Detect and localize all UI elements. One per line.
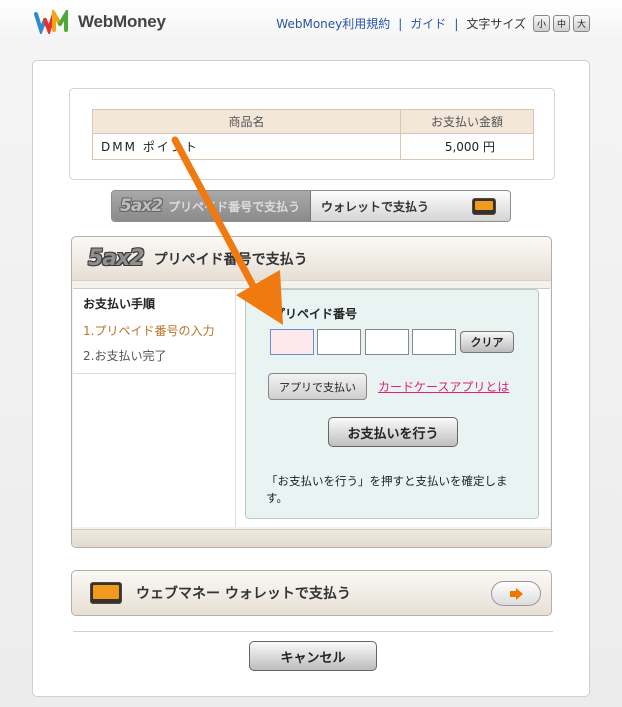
guide-link[interactable]: ガイド <box>410 15 446 32</box>
order-summary: 商品名 お支払い金額 DMM ポイント 5,000 円 <box>69 88 555 180</box>
steps-divider <box>73 373 236 374</box>
order-table: 商品名 お支払い金額 DMM ポイント 5,000 円 <box>92 109 534 160</box>
webmoney-logo-icon <box>34 10 68 34</box>
prepaid-number-field-2[interactable] <box>317 329 361 355</box>
prepaid-payment-panel: 5ax2 プリペイド番号で支払う お支払い手順 1.プリペイド番号の入力 2.お… <box>71 236 552 548</box>
prepaid-panel-title: プリペイド番号で支払う <box>153 251 308 268</box>
main-panel: 商品名 お支払い金額 DMM ポイント 5,000 円 5ax2 プリペイド番号… <box>32 60 590 697</box>
step-current: 1.プリペイド番号の入力 <box>83 324 215 338</box>
header: WebMoney WebMoney利用規約 | ガイド | 文字サイズ 小 中 … <box>0 0 622 48</box>
pay-button[interactable]: お支払いを行う <box>328 417 458 447</box>
column-header-product: 商品名 <box>92 109 401 134</box>
terms-link[interactable]: WebMoney利用規約 <box>276 15 390 32</box>
logo-text: WebMoney <box>78 12 166 31</box>
nav-separator: | <box>454 16 459 31</box>
prepaid-panel-footer <box>72 529 551 547</box>
tab-label: ウォレットで支払う <box>321 199 430 214</box>
card-case-app-link[interactable]: カードケースアプリとは <box>378 378 509 395</box>
tab-prepaid-number[interactable]: 5ax2 プリペイド番号で支払う <box>112 191 311 221</box>
payment-method-tabs: 5ax2 プリペイド番号で支払う ウォレットで支払う <box>111 190 511 222</box>
tab-label: プリペイド番号で支払う <box>168 199 301 214</box>
clear-button[interactable]: クリア <box>460 331 514 353</box>
arrow-right-icon <box>509 587 523 600</box>
wallet-payment-row[interactable]: ウェブマネー ウォレットで支払う <box>71 570 552 616</box>
payment-steps: お支払い手順 1.プリペイド番号の入力 2.お支払い完了 <box>73 289 236 527</box>
column-header-amount: お支払い金額 <box>400 109 534 134</box>
font-size-small-button[interactable]: 小 <box>533 15 550 32</box>
top-nav: WebMoney利用規約 | ガイド | 文字サイズ 小 中 大 <box>276 15 590 32</box>
prepaid-form: プリペイド番号 クリア アプリで支払い カードケースアプリとは お支払いを行う … <box>245 289 539 519</box>
5ax2-logo: 5ax2 <box>120 196 163 216</box>
font-size-large-button[interactable]: 大 <box>573 15 590 32</box>
cancel-button[interactable]: キャンセル <box>249 641 377 671</box>
prepaid-number-field-3[interactable] <box>365 329 409 355</box>
tab-wallet[interactable]: ウォレットで支払う <box>311 191 510 221</box>
5ax2-logo: 5ax2 <box>88 246 145 271</box>
wallet-icon <box>472 197 496 215</box>
webmoney-logo[interactable]: WebMoney <box>34 10 166 34</box>
nav-separator: | <box>398 16 403 31</box>
wallet-icon <box>90 582 122 604</box>
steps-title: お支払い手順 <box>83 297 156 311</box>
wallet-proceed-button[interactable] <box>491 581 541 606</box>
confirm-note: 「お支払いを行う」を押すと支払いを確定します。 <box>266 474 508 505</box>
table-row: DMM ポイント 5,000 円 <box>92 133 534 160</box>
divider <box>73 631 553 632</box>
wallet-payment-title: ウェブマネー ウォレットで支払う <box>136 586 351 602</box>
font-size-label: 文字サイズ <box>466 17 526 31</box>
payment-amount: 5,000 円 <box>400 133 534 160</box>
prepaid-number-field-4[interactable] <box>412 329 456 355</box>
prepaid-panel-header: 5ax2 プリペイド番号で支払う <box>72 237 551 281</box>
prepaid-number-label: プリペイド番号 <box>273 307 358 321</box>
prepaid-number-field-1[interactable] <box>270 329 314 355</box>
prepaid-panel-body: お支払い手順 1.プリペイド番号の入力 2.お支払い完了 プリペイド番号 クリア… <box>73 288 550 527</box>
font-size-medium-button[interactable]: 中 <box>553 15 570 32</box>
step-next: 2.お支払い完了 <box>83 349 167 363</box>
product-name: DMM ポイント <box>92 133 401 160</box>
table-header-row: 商品名 お支払い金額 <box>92 109 534 134</box>
app-payment-button[interactable]: アプリで支払い <box>268 373 367 400</box>
